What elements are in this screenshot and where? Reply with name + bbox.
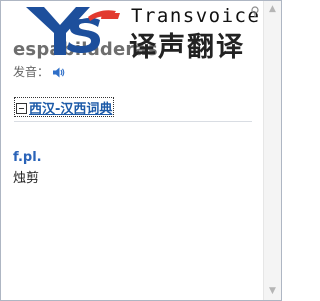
logo-red-bar <box>101 13 120 19</box>
brand-english-name: Transvoice <box>131 5 260 27</box>
dictionary-title[interactable]: 西汉-汉西词典 <box>29 102 112 117</box>
dictionary-popup: espabiladeras 发音： 西汉-汉西词典 f.pl. 烛剪 Trans… <box>0 0 282 301</box>
speaker-icon[interactable] <box>52 66 65 79</box>
divider <box>14 121 252 122</box>
collapse-icon[interactable] <box>16 103 27 114</box>
dictionary-section-header[interactable]: 西汉-汉西词典 <box>14 97 114 117</box>
scroll-up-icon[interactable]: ▲ <box>265 2 280 17</box>
vertical-scrollbar[interactable]: ▲ ▼ <box>263 1 281 300</box>
meaning: 烛剪 <box>13 167 39 186</box>
pronunciation-label: 发音： <box>13 63 49 80</box>
brand-chinese-name: 译声翻译 <box>129 25 245 64</box>
logo-s-shape <box>67 18 100 53</box>
scroll-down-icon[interactable]: ▼ <box>265 284 280 299</box>
part-of-speech: f.pl. <box>13 150 42 165</box>
pin-icon[interactable] <box>250 6 260 18</box>
content-area: espabiladeras 发音： 西汉-汉西词典 f.pl. 烛剪 Trans… <box>1 1 263 300</box>
